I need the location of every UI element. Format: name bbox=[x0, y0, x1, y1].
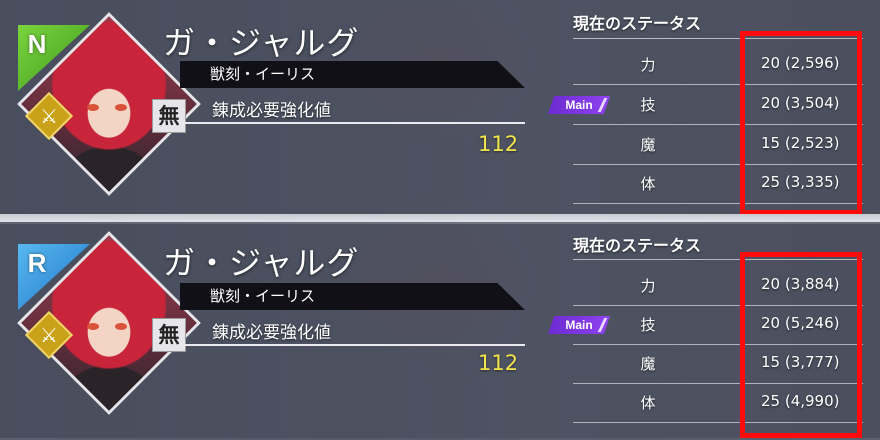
character-name: ガ・ジャルグ bbox=[163, 244, 360, 282]
status-header: 現在のステータス bbox=[573, 14, 702, 33]
rarity-letter: N bbox=[27, 29, 47, 59]
stat-name: 技 bbox=[640, 316, 656, 334]
stat-name: 体 bbox=[640, 394, 656, 412]
character-name: ガ・ジャルグ bbox=[163, 24, 360, 62]
stat-name: 体 bbox=[640, 175, 656, 193]
character-title: 獣刻・イーリス bbox=[210, 287, 316, 305]
rarity-letter: R bbox=[27, 248, 47, 278]
refine-divider bbox=[180, 344, 525, 346]
stat-name: 魔 bbox=[640, 136, 656, 154]
stat-highlight-box bbox=[740, 31, 862, 215]
weapon-panel-r: R ⚔ 無 ガ・ジャルグ 獣刻・イーリス 錬成必要強化値 112 現在のステータ… bbox=[0, 222, 880, 438]
eye-left bbox=[87, 104, 99, 111]
element-badge: 無 bbox=[152, 99, 186, 133]
stat-name: 技 bbox=[640, 96, 656, 114]
refine-label: 錬成必要強化値 bbox=[212, 101, 331, 121]
stat-name: 力 bbox=[640, 56, 656, 74]
character-title: 獣刻・イーリス bbox=[210, 65, 316, 83]
stat-name: 力 bbox=[640, 277, 656, 295]
element-badge: 無 bbox=[152, 318, 186, 352]
refine-divider bbox=[180, 122, 525, 124]
eye-right bbox=[115, 104, 127, 111]
weapon-panel-n: N ⚔ 無 ガ・ジャルグ 獣刻・イーリス 錬成必要強化値 112 現在のステータ… bbox=[0, 0, 880, 216]
refine-value: 112 bbox=[478, 132, 519, 156]
refine-label: 錬成必要強化値 bbox=[212, 323, 331, 343]
refine-value: 112 bbox=[478, 351, 519, 375]
status-header: 現在のステータス bbox=[573, 236, 702, 255]
stat-name: 魔 bbox=[640, 355, 656, 373]
eye-left bbox=[87, 323, 99, 330]
main-stat-tag: Main bbox=[548, 316, 610, 334]
stat-highlight-box bbox=[740, 252, 862, 438]
eye-right bbox=[115, 323, 127, 330]
main-stat-tag: Main bbox=[548, 96, 610, 114]
